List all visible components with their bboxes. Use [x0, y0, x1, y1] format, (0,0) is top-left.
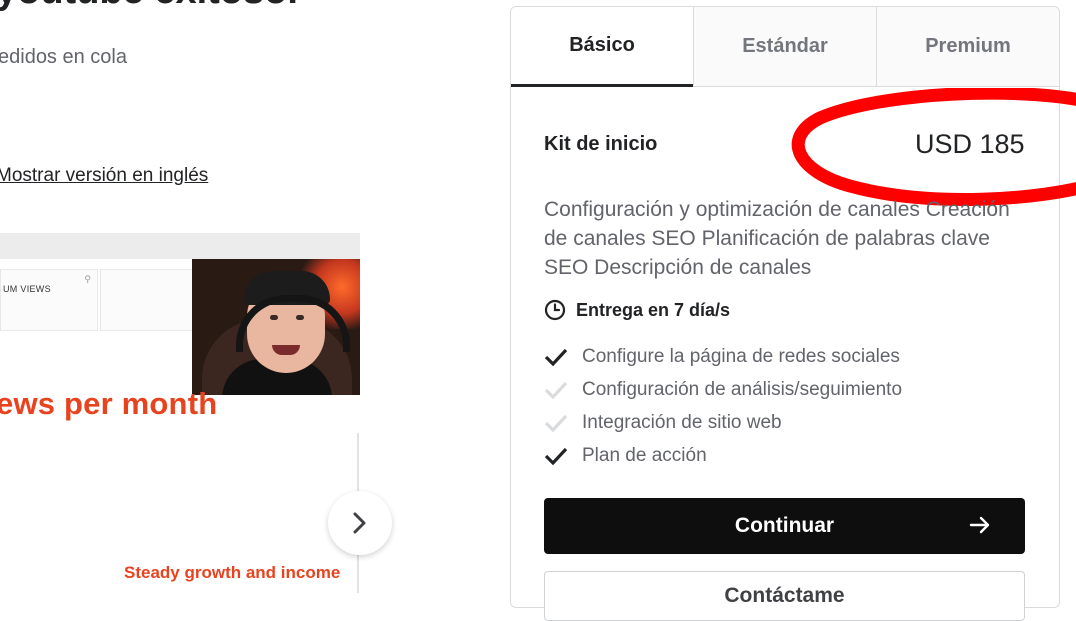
arrow-right-icon — [969, 516, 990, 534]
feature-label: Integración de sitio web — [582, 411, 782, 433]
package-price: USD 185 — [915, 129, 1025, 159]
slide-headline: ews per month — [0, 386, 218, 421]
chevron-right-icon — [353, 512, 366, 534]
gallery-next-button[interactable] — [328, 491, 392, 555]
analytics-stat-card-2 — [100, 269, 194, 331]
slide-subtitle: Steady growth and income — [124, 563, 341, 582]
show-english-version-link[interactable]: Mostrar versión en inglés — [0, 165, 208, 187]
delivery-time: Entrega en 7 día/s — [544, 299, 730, 321]
package-tabs: Básico Estándar Premium — [511, 7, 1059, 87]
delivery-label: Entrega en 7 día/s — [576, 299, 731, 320]
stat-label: UM VIEWS — [3, 284, 51, 294]
list-item: Configure la página de redes sociales — [544, 340, 902, 373]
check-icon — [544, 348, 568, 366]
feature-label: Configure la página de redes sociales — [582, 345, 900, 367]
contact-label: Contáctame — [724, 584, 845, 607]
gallery-top-strip — [0, 233, 360, 259]
contact-seller-button[interactable]: Contáctame — [544, 571, 1025, 621]
analytics-stat-card: UM VIEWS ⚲ — [0, 269, 98, 331]
seller-webcam-image — [192, 259, 360, 395]
tab-premium[interactable]: Premium — [876, 7, 1059, 87]
feature-label: Plan de acción — [582, 444, 707, 466]
package-name: Kit de inicio — [544, 133, 658, 155]
gig-gallery[interactable]: UM VIEWS ⚲ ews per month Steady growth a… — [0, 233, 360, 593]
continue-label: Continuar — [734, 514, 835, 537]
continue-button[interactable]: Continuar — [544, 498, 1025, 554]
gig-title: youtube exitoso. — [0, 0, 298, 13]
info-icon: ⚲ — [84, 274, 91, 284]
package-description: Configuración y optimización de canales … — [544, 198, 1010, 279]
clock-icon — [544, 299, 566, 321]
list-item: Integración de sitio web — [544, 406, 902, 439]
list-item: Plan de acción — [544, 439, 902, 472]
list-item: Configuración de análisis/seguimiento — [544, 373, 902, 406]
check-icon — [544, 447, 568, 465]
feature-label: Configuración de análisis/seguimiento — [582, 378, 903, 400]
check-icon — [544, 381, 568, 399]
tab-standard[interactable]: Estándar — [693, 7, 876, 87]
check-icon — [544, 414, 568, 432]
orders-in-queue: edidos en cola — [0, 46, 127, 68]
tab-basic[interactable]: Básico — [511, 7, 693, 87]
feature-list: Configure la página de redes sociales Co… — [544, 340, 902, 472]
